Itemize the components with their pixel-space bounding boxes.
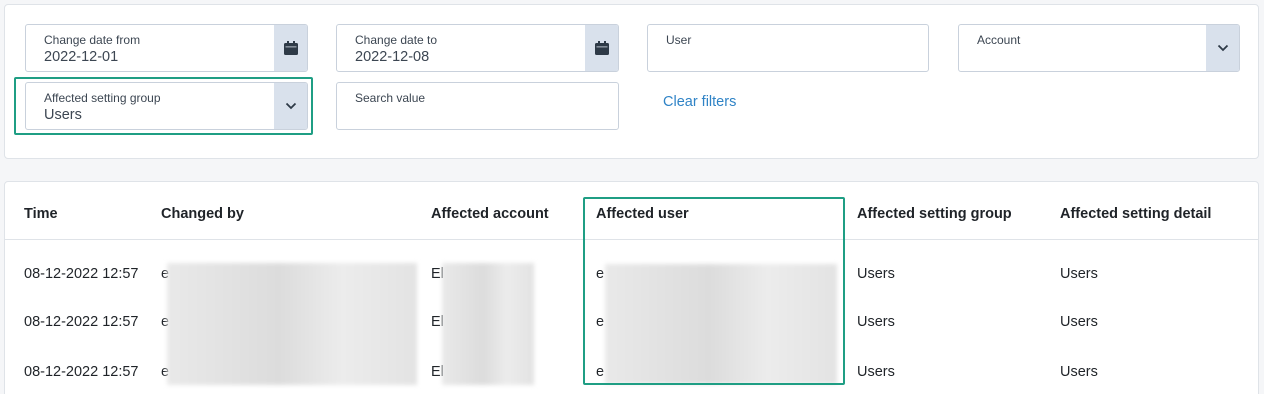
change-date-to-value: 2022-12-08 (355, 49, 430, 65)
cell-affected-setting-group: Users (857, 314, 895, 330)
search-value-field[interactable]: Search value (336, 82, 619, 130)
column-header-affected-account[interactable]: Affected account (431, 206, 549, 222)
column-header-time[interactable]: Time (24, 206, 58, 222)
cell-time: 08-12-2022 12:57 (24, 314, 139, 330)
user-filter-label: User (666, 33, 692, 47)
cell-affected-setting-group: Users (857, 266, 895, 282)
account-select[interactable]: Account (958, 24, 1240, 72)
cell-affected-setting-detail: Users (1060, 364, 1098, 380)
column-header-changed-by[interactable]: Changed by (161, 206, 244, 222)
change-date-from-field[interactable]: Change date from 2022-12-01 (25, 24, 308, 72)
setting-group-highlight (14, 77, 313, 135)
redacted-affected-account (442, 263, 534, 385)
change-date-from-label: Change date from (44, 33, 141, 47)
calendar-icon (283, 41, 298, 55)
date-from-calendar-button[interactable] (274, 25, 307, 71)
clear-filters-link[interactable]: Clear filters (663, 94, 736, 110)
chevron-down-icon (1217, 44, 1228, 52)
calendar-icon (594, 41, 609, 55)
column-header-affected-setting-detail[interactable]: Affected setting detail (1060, 206, 1211, 222)
redacted-changed-by (167, 263, 417, 385)
user-filter-field[interactable]: User (647, 24, 929, 72)
change-date-to-label: Change date to (355, 33, 438, 47)
account-dropdown-button[interactable] (1206, 25, 1239, 71)
cell-time: 08-12-2022 12:57 (24, 266, 139, 282)
change-date-from-value: 2022-12-01 (44, 49, 119, 65)
change-date-to-field[interactable]: Change date to 2022-12-08 (336, 24, 619, 72)
affected-user-highlight (583, 197, 845, 385)
cell-affected-setting-group: Users (857, 364, 895, 380)
search-value-label: Search value (355, 91, 426, 105)
cell-affected-setting-detail: Users (1060, 314, 1098, 330)
date-to-calendar-button[interactable] (585, 25, 618, 71)
account-select-label: Account (977, 33, 1021, 47)
cell-time: 08-12-2022 12:57 (24, 364, 139, 380)
cell-affected-setting-detail: Users (1060, 266, 1098, 282)
column-header-affected-setting-group[interactable]: Affected setting group (857, 206, 1012, 222)
